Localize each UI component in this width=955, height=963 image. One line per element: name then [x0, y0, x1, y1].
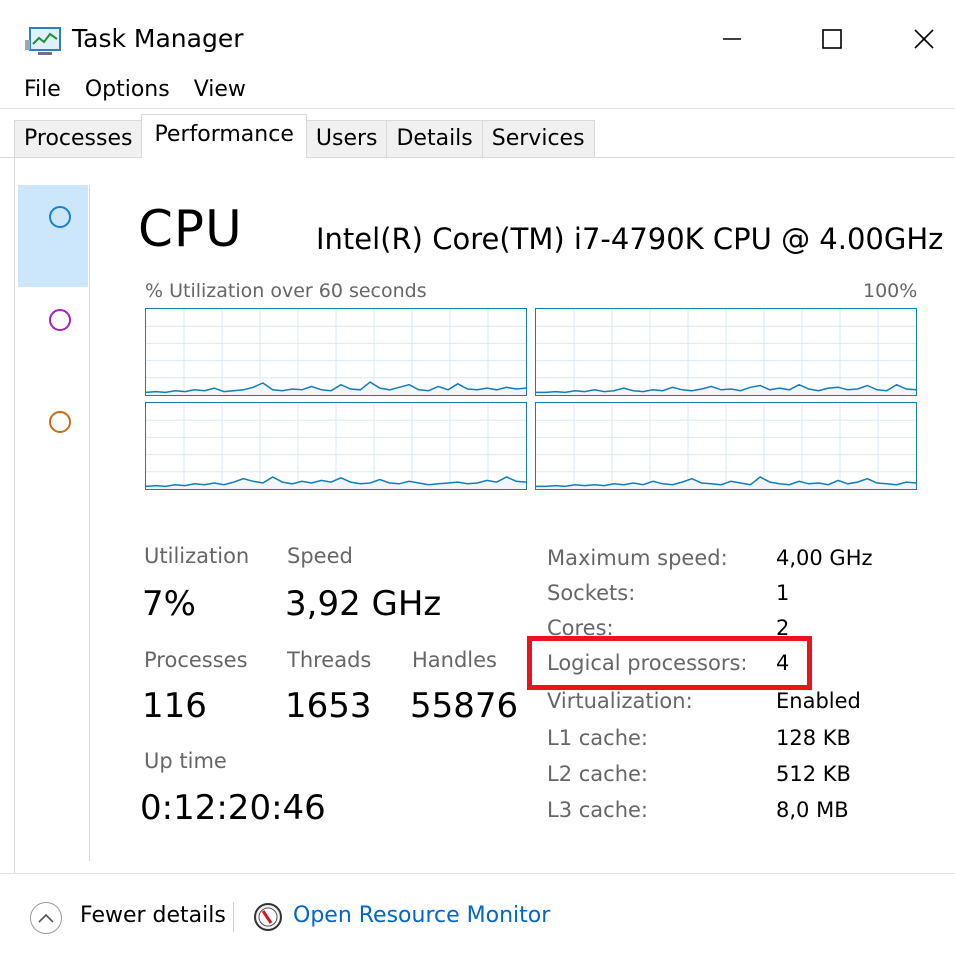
tab-users[interactable]: Users: [305, 120, 388, 158]
menu-bar: File Options View: [0, 72, 258, 108]
fewer-details-toggle[interactable]: [30, 902, 62, 934]
fewer-details-link[interactable]: Fewer details: [80, 903, 226, 928]
detail-value-maximum-speed: 4,00 GHz: [776, 546, 873, 570]
task-manager-icon: [25, 27, 61, 55]
detail-value-l1-cache: 128 KB: [776, 726, 851, 750]
utilization-value: 7%: [142, 584, 196, 624]
tab-services[interactable]: Services: [481, 120, 595, 158]
detail-key-virtualization: Virtualization:: [547, 689, 693, 713]
threads-value: 1653: [285, 686, 372, 726]
cpu-graph-0: [145, 308, 527, 396]
resource-monitor-icon[interactable]: [253, 902, 283, 932]
processes-value: 116: [142, 686, 207, 726]
sidebar-item-memory[interactable]: [18, 287, 88, 389]
open-resource-monitor-link[interactable]: Open Resource Monitor: [293, 903, 550, 928]
cpu-graph-3-plot: [536, 403, 916, 489]
maximize-button[interactable]: [802, 16, 862, 62]
cpu-graph-1-plot: [536, 309, 916, 395]
maximize-icon: [822, 29, 842, 49]
minimize-icon: [723, 38, 741, 40]
cpu-graph-2: [145, 402, 527, 490]
cpu-model: Intel(R) Core(TM) i7-4790K CPU @ 4.00GHz: [316, 222, 944, 256]
footer-separator: [233, 902, 234, 932]
detail-key-maximum-speed: Maximum speed:: [547, 546, 728, 570]
cpu-graph-1: [535, 308, 917, 396]
footer-divider: [0, 873, 955, 874]
menu-options[interactable]: Options: [73, 72, 182, 108]
detail-key-l2-cache: L2 cache:: [547, 762, 649, 786]
sidebar-item-cpu[interactable]: [18, 185, 88, 287]
detail-value-virtualization: Enabled: [776, 689, 861, 713]
detail-value-l3-cache: 8,0 MB: [776, 798, 849, 822]
graph-max-label: 100%: [863, 280, 918, 302]
chevron-up-icon: [38, 913, 54, 923]
menu-file[interactable]: File: [0, 72, 73, 108]
tab-processes[interactable]: Processes: [14, 120, 143, 158]
detail-key-sockets: Sockets:: [547, 581, 636, 605]
processes-label: Processes: [144, 648, 248, 672]
graph-caption: % Utilization over 60 seconds: [145, 280, 427, 302]
panel-left-border: [14, 158, 15, 873]
sidebar-item-disk[interactable]: [18, 389, 88, 491]
handles-value: 55876: [410, 686, 519, 726]
cpu-graph-2-plot: [146, 403, 526, 489]
window-title: Task Manager: [72, 24, 244, 53]
tab-bar: Processes Performance Users Details Serv…: [14, 114, 595, 158]
utilization-label: Utilization: [144, 544, 250, 568]
tab-details[interactable]: Details: [386, 120, 483, 158]
cpu-graph-0-plot: [146, 309, 526, 395]
close-button[interactable]: [894, 16, 954, 62]
detail-key-l3-cache: L3 cache:: [547, 798, 649, 822]
detail-value-sockets: 1: [776, 581, 790, 605]
cpu-graph-3: [535, 402, 917, 490]
disk-ring-icon: [49, 411, 71, 433]
memory-ring-icon: [49, 309, 71, 331]
menu-view[interactable]: View: [182, 72, 258, 108]
tab-performance[interactable]: Performance: [141, 114, 307, 158]
speed-label: Speed: [287, 544, 353, 568]
detail-key-l1-cache: L1 cache:: [547, 726, 649, 750]
highlight-box: [527, 636, 812, 690]
handles-label: Handles: [412, 648, 497, 672]
minimize-button[interactable]: [702, 16, 762, 62]
title-bar: Task Manager: [0, 0, 955, 72]
uptime-label: Up time: [144, 749, 227, 773]
detail-value-l2-cache: 512 KB: [776, 762, 851, 786]
threads-label: Threads: [287, 648, 372, 672]
cpu-ring-icon: [49, 206, 71, 228]
cpu-title: CPU: [138, 200, 243, 258]
close-icon: [914, 29, 934, 49]
speed-value: 3,92 GHz: [285, 584, 442, 624]
panel-divider: [89, 185, 90, 861]
uptime-value: 0:12:20:46: [140, 788, 326, 828]
menu-divider: [0, 108, 955, 109]
